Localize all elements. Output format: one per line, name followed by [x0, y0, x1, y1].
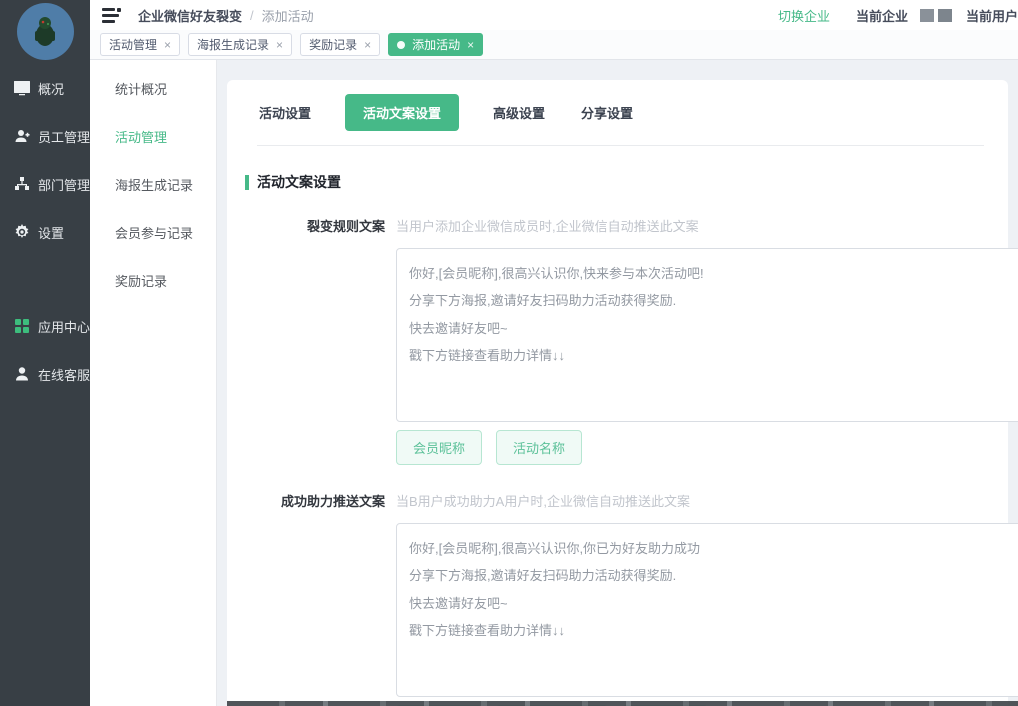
overview-icon — [13, 80, 30, 97]
section-header: 活动文案设置 — [245, 172, 984, 192]
subnav-item-label: 会员参与记录 — [115, 223, 193, 242]
active-dot-icon — [397, 41, 405, 49]
tab-tag-add-activity[interactable]: 添加活动 × — [388, 33, 483, 56]
sidebar-item-customer-service[interactable]: 在线客服 — [0, 350, 90, 398]
tab-advanced-settings[interactable]: 高级设置 — [491, 94, 547, 131]
tab-tag-activity-management[interactable]: 活动管理 × — [100, 33, 180, 56]
main-area: 活动设置 活动文案设置 高级设置 分享设置 活动文案设置 裂变规则文案 当用户添… — [217, 60, 1018, 706]
sidebar-item-employees[interactable]: 员工管理 — [0, 112, 90, 160]
section-title: 活动文案设置 — [257, 172, 341, 192]
primary-sidebar: 概况 员工管理 部门管理 设置 — [0, 0, 90, 706]
secondary-sidebar: 统计概况 活动管理 海报生成记录 会员参与记录 奖励记录 — [90, 60, 217, 706]
tab-share-settings[interactable]: 分享设置 — [579, 94, 635, 131]
clipped-next-row — [227, 701, 1018, 706]
subnav-item-label: 海报生成记录 — [115, 175, 193, 194]
subnav-item-reward-records[interactable]: 奖励记录 — [90, 256, 216, 304]
close-icon[interactable]: × — [364, 39, 371, 51]
sidebar-item-label: 部门管理 — [38, 175, 90, 194]
header: 企业微信好友裂变 / 添加活动 切换企业 当前企业 当前用户 活动管理 × 海报… — [90, 0, 1018, 60]
breadcrumb-bar: 企业微信好友裂变 / 添加活动 切换企业 当前企业 当前用户 — [90, 0, 1018, 30]
tab-tag-label: 奖励记录 — [309, 36, 357, 53]
sidebar-item-overview[interactable]: 概况 — [0, 64, 90, 112]
settings-icon — [13, 224, 30, 241]
settings-tabs: 活动设置 活动文案设置 高级设置 分享设置 — [257, 94, 984, 146]
insert-member-nickname-button[interactable]: 会员昵称 — [396, 430, 482, 465]
tab-copy-settings[interactable]: 活动文案设置 — [345, 94, 459, 131]
department-icon — [13, 176, 30, 193]
current-user-label: 当前用户 — [966, 6, 1018, 25]
insert-activity-name-button[interactable]: 活动名称 — [496, 430, 582, 465]
switch-company-link[interactable]: 切换企业 — [778, 6, 830, 25]
app-window: 概况 员工管理 部门管理 设置 — [0, 0, 1018, 706]
tab-activity-settings[interactable]: 活动设置 — [257, 94, 313, 131]
field-assist-success-copy: 成功助力推送文案 当B用户成功助力A用户时,企业微信自动推送此文案 你好,[会员… — [257, 489, 984, 706]
breadcrumb-current-page: 添加活动 — [262, 6, 314, 25]
employee-icon — [13, 128, 30, 145]
logo-mascot-icon — [25, 11, 65, 51]
redacted-company-block — [938, 9, 952, 22]
subnav-item-label: 活动管理 — [115, 127, 167, 146]
primary-menu: 概况 员工管理 部门管理 设置 — [0, 64, 90, 398]
app-center-icon — [13, 318, 30, 335]
tab-tag-reward-records[interactable]: 奖励记录 × — [300, 33, 380, 56]
field-hint: 当B用户成功助力A用户时,企业微信自动推送此文案 — [396, 489, 1018, 510]
tab-tag-label: 添加活动 — [412, 36, 460, 53]
sidebar-spacer — [0, 256, 90, 302]
sidebar-item-label: 概况 — [38, 79, 64, 98]
logo[interactable] — [0, 0, 90, 62]
collapse-menu-icon[interactable] — [102, 7, 122, 23]
open-tabs-bar: 活动管理 × 海报生成记录 × 奖励记录 × 添加活动 × — [90, 30, 1018, 60]
sidebar-item-settings[interactable]: 设置 — [0, 208, 90, 256]
sidebar-item-departments[interactable]: 部门管理 — [0, 160, 90, 208]
subnav-item-label: 统计概况 — [115, 79, 167, 98]
field-fission-rule-copy: 裂变规则文案 当用户添加企业微信成员时,企业微信自动推送此文案 你好,[会员昵称… — [257, 214, 984, 465]
close-icon[interactable]: × — [276, 39, 283, 51]
sidebar-item-label: 设置 — [38, 223, 64, 242]
subnav-item-activity-management[interactable]: 活动管理 — [90, 112, 216, 160]
token-buttons: 会员昵称 活动名称 — [396, 430, 1018, 465]
fission-rule-copy-textarea[interactable]: 你好,[会员昵称],很高兴认识你,快来参与本次活动吧! 分享下方海报,邀请好友扫… — [396, 248, 1018, 422]
section-accent-bar — [245, 175, 249, 190]
customer-service-icon — [13, 366, 30, 383]
tab-tag-label: 活动管理 — [109, 36, 157, 53]
sidebar-item-app-center[interactable]: 应用中心 — [0, 302, 90, 350]
subnav-item-member-participation[interactable]: 会员参与记录 — [90, 208, 216, 256]
logo-avatar — [17, 3, 74, 60]
redacted-company-block — [920, 9, 934, 22]
content-card: 活动设置 活动文案设置 高级设置 分享设置 活动文案设置 裂变规则文案 当用户添… — [227, 80, 1008, 706]
assist-success-copy-textarea[interactable]: 你好,[会员昵称],很高兴认识你,你已为好友助力成功 分享下方海报,邀请好友扫码… — [396, 523, 1018, 697]
sidebar-item-label: 应用中心 — [38, 317, 90, 336]
field-label: 成功助力推送文案 — [257, 489, 385, 706]
subnav-item-label: 奖励记录 — [115, 271, 167, 290]
breadcrumb-separator: / — [250, 8, 254, 23]
tab-tag-label: 海报生成记录 — [197, 36, 269, 53]
breadcrumb-app-title: 企业微信好友裂变 — [138, 6, 242, 25]
field-hint: 当用户添加企业微信成员时,企业微信自动推送此文案 — [396, 214, 1018, 235]
field-label: 裂变规则文案 — [257, 214, 385, 465]
close-icon[interactable]: × — [164, 39, 171, 51]
tab-tag-poster-records[interactable]: 海报生成记录 × — [188, 33, 292, 56]
close-icon[interactable]: × — [467, 39, 474, 51]
current-company-label: 当前企业 — [856, 6, 908, 25]
sidebar-item-label: 在线客服 — [38, 365, 90, 384]
subnav-item-statistics[interactable]: 统计概况 — [90, 64, 216, 112]
sidebar-item-label: 员工管理 — [38, 127, 90, 146]
subnav-item-poster-records[interactable]: 海报生成记录 — [90, 160, 216, 208]
